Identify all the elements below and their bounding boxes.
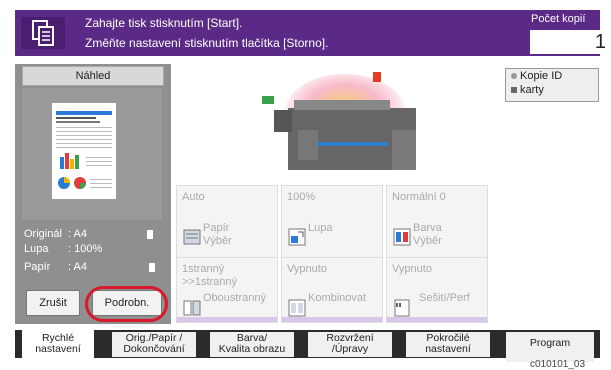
- paper-orientation-icon: [149, 263, 155, 272]
- duplex-tile[interactable]: 1stranný >>1stranný Oboustranný: [176, 257, 278, 323]
- tile-underline: [387, 317, 487, 322]
- output-indicator-icon: [262, 96, 274, 104]
- tab-original-paper-finishing[interactable]: Orig./Papír / Dokončování: [112, 332, 196, 357]
- zoom-tile[interactable]: 100% Lupa: [281, 185, 383, 265]
- zoom-label: Lupa: [308, 222, 333, 234]
- paper-icon: [183, 228, 201, 246]
- paper-orientation-icon: [147, 230, 153, 239]
- color-select-label: Barva Výběr: [413, 222, 442, 247]
- preview-page-thumbnail: [52, 103, 116, 199]
- combine-icon: [288, 299, 306, 317]
- copy-app-icon: [21, 17, 65, 49]
- preview-button[interactable]: Náhled: [22, 66, 164, 86]
- staple-punch-label: Sešití/Perf: [419, 292, 470, 304]
- info-original: Originál : A4: [24, 228, 87, 240]
- staple-punch-tile[interactable]: Vypnuto Sešití/Perf: [386, 257, 488, 323]
- status-message-line1: Zahajte tisk stisknutím [Start].: [85, 16, 243, 30]
- cancel-button[interactable]: Zrušit: [26, 290, 80, 316]
- zoom-icon: [288, 228, 306, 246]
- paper-select-label: Papír Výběr: [203, 222, 232, 247]
- paper-tray-indicator-icon: [373, 72, 381, 82]
- tab-layout-edit[interactable]: Rozvržení/Úpravy: [308, 332, 392, 357]
- copies-label: Počet kopií: [531, 13, 586, 25]
- copies-count[interactable]: 1: [530, 30, 611, 54]
- tab-quick-settings[interactable]: Rychlé nastavení: [22, 330, 94, 361]
- status-message-line2: Změňte nastavení stisknutím tlačítka [St…: [85, 36, 329, 50]
- info-paper: Papír : A4: [24, 261, 87, 273]
- figure-code: c010101_03: [530, 359, 586, 370]
- info-zoom: Lupa : 100%: [24, 243, 103, 255]
- machine-illustration: [270, 70, 420, 178]
- tab-color-image-quality[interactable]: Barva/Kvalita obrazu: [210, 332, 294, 357]
- color-select-tile[interactable]: Normální 0 Barva Výběr: [386, 185, 488, 265]
- color-icon: [393, 228, 411, 246]
- highlight-callout: [85, 286, 168, 322]
- tile-underline: [177, 317, 277, 322]
- tab-program[interactable]: Program: [506, 332, 594, 362]
- duplex-label: Oboustranný: [203, 292, 266, 304]
- tile-underline: [282, 317, 382, 322]
- id-card-icon: [511, 87, 517, 93]
- tab-advanced-settings[interactable]: Pokročilé nastavení: [406, 332, 490, 357]
- paper-select-tile[interactable]: Auto Papír Výběr: [176, 185, 278, 265]
- id-card-copy-button[interactable]: Kopie ID karty: [505, 68, 599, 102]
- combine-tile[interactable]: Vypnuto Kombinovat: [281, 257, 383, 323]
- radio-icon: [511, 73, 517, 79]
- message-header: Zahajte tisk stisknutím [Start]. Změňte …: [15, 10, 611, 56]
- duplex-icon: [183, 299, 201, 317]
- combine-label: Kombinovat: [308, 292, 367, 304]
- staple-icon: [393, 299, 411, 317]
